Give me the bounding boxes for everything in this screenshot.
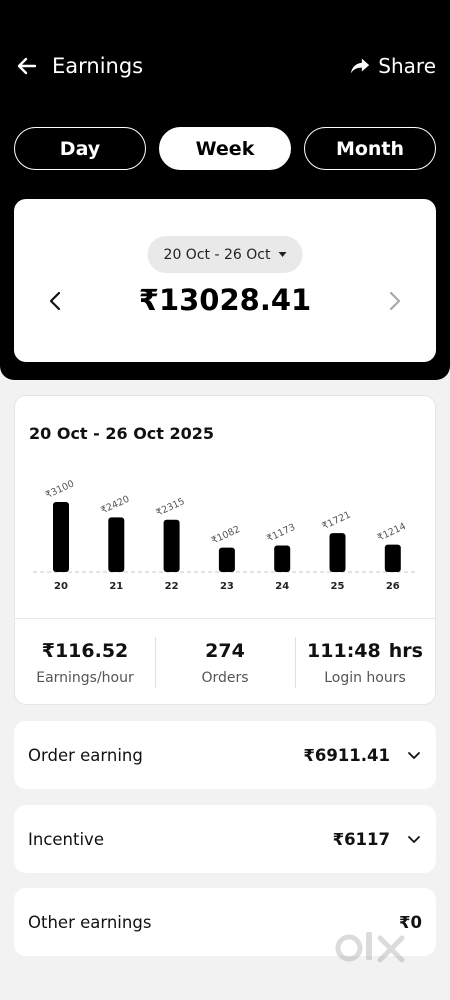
x-tick-label: 25	[331, 581, 345, 592]
order-earning-row[interactable]: Order earning ₹6911.41	[14, 721, 436, 789]
stat-orders: 274 Orders	[155, 619, 295, 706]
weekly-chart-card: 20 Oct - 26 Oct 2025 ₹3100 20 ₹2420 21 ₹2315…	[14, 395, 436, 705]
x-tick-label: 22	[165, 581, 179, 592]
date-range-selector[interactable]: 20 Oct - 26 Oct	[147, 236, 303, 273]
chart-title: 20 Oct - 26 Oct 2025	[29, 424, 215, 443]
chevron-down-icon[interactable]	[406, 747, 422, 763]
share-icon	[349, 55, 371, 77]
x-tick-label: 21	[109, 581, 123, 592]
bar-value-label: ₹2315	[155, 496, 187, 519]
bar-value-label: ₹1082	[210, 524, 242, 547]
x-tick-label: 20	[54, 581, 68, 592]
page-title: Earnings	[52, 54, 144, 78]
stat-value: 111:48 hrs	[307, 639, 423, 662]
stat-login-hours: 111:48 hrs Login hours	[295, 619, 435, 706]
stat-label: Earnings/hour	[36, 669, 134, 686]
chevron-right-icon[interactable]	[382, 289, 406, 313]
watermark-logo	[335, 932, 405, 963]
tab-week[interactable]: Week	[159, 127, 291, 170]
stat-unit: hrs	[388, 639, 423, 662]
stat-value: ₹116.52	[41, 639, 129, 662]
chart-bar[interactable]	[329, 533, 346, 572]
earnings-summary-card: 20 Oct - 26 Oct ₹13028.41	[14, 199, 436, 362]
bar-value-label: ₹1214	[376, 521, 408, 544]
stat-earnings-per-hour: ₹116.52 Earnings/hour	[15, 619, 155, 706]
chevron-down-icon[interactable]	[406, 831, 422, 847]
chart-bar[interactable]	[163, 519, 180, 572]
row-label: Order earning	[28, 745, 143, 765]
x-tick-label: 23	[220, 581, 234, 592]
earnings-bar-chart: ₹3100 20 ₹2420 21 ₹2315 22 ₹1082 23 ₹1173 24 ₹1721…	[33, 478, 417, 592]
stat-value: 274	[205, 639, 245, 662]
arrow-left-icon[interactable]	[14, 53, 40, 79]
share-button[interactable]: Share	[349, 54, 436, 78]
stats-row: ₹116.52 Earnings/hour 274 Orders 111:48 h…	[15, 618, 435, 706]
header-panel: Earnings Share Day Week Month 20 Oct - 2…	[0, 0, 450, 380]
x-tick-label: 24	[275, 581, 289, 592]
share-label: Share	[378, 54, 436, 78]
incentive-row[interactable]: Incentive ₹6117	[14, 805, 436, 873]
x-tick-label: 26	[386, 581, 400, 592]
period-tabs: Day Week Month	[14, 127, 436, 170]
tab-day[interactable]: Day	[14, 127, 146, 170]
bar-value-label: ₹2420	[99, 494, 131, 517]
bar-value-label: ₹1721	[320, 509, 352, 532]
date-range-label: 20 Oct - 26 Oct	[163, 246, 271, 263]
row-value: ₹6117	[332, 829, 390, 849]
chart-bar[interactable]	[218, 547, 235, 572]
chart-bar[interactable]	[108, 517, 125, 572]
row-value: ₹6911.41	[303, 745, 390, 765]
row-label: Other earnings	[28, 912, 152, 932]
bar-value-label: ₹3100	[44, 478, 76, 501]
total-earnings: ₹13028.41	[138, 283, 312, 317]
tab-month[interactable]: Month	[304, 127, 436, 170]
caret-down-icon	[278, 252, 287, 257]
bar-value-label: ₹1173	[265, 522, 297, 545]
chart-bar[interactable]	[274, 545, 291, 572]
chart-bar[interactable]	[53, 502, 69, 572]
row-label: Incentive	[28, 829, 104, 849]
chart-bar[interactable]	[384, 544, 401, 572]
stat-label: Login hours	[324, 669, 406, 686]
app-header: Earnings Share	[14, 48, 436, 84]
stat-label: Orders	[201, 669, 249, 686]
